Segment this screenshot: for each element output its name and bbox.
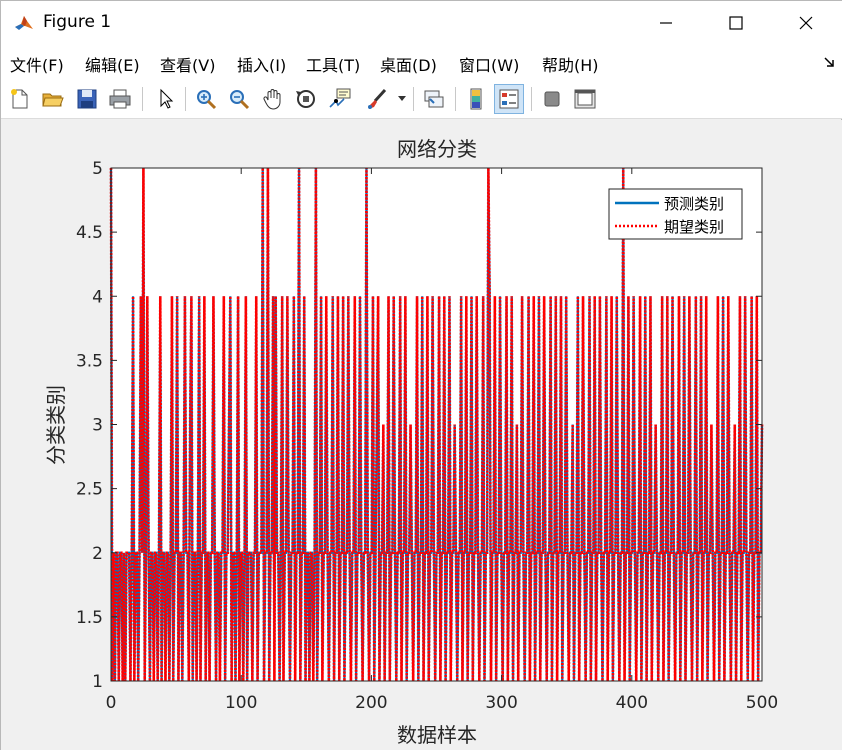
minimize-button[interactable] (635, 1, 697, 45)
close-button[interactable] (775, 1, 837, 45)
legend-icon (499, 89, 519, 109)
menu-file[interactable]: 文件(F) (10, 52, 64, 76)
y-tick-label: 3 (92, 416, 103, 436)
open-file-button[interactable] (38, 84, 68, 114)
menu-edit[interactable]: 编辑(E) (85, 52, 140, 76)
data-cursor-button[interactable] (325, 84, 355, 114)
legend-button[interactable] (494, 84, 524, 114)
menu-window[interactable]: 窗口(W) (459, 52, 519, 76)
save-button[interactable] (72, 84, 102, 114)
y-tick-label: 1.5 (76, 608, 103, 628)
print-icon (109, 89, 131, 109)
hide-plot-tools-icon (544, 91, 560, 107)
y-tick-label: 3.5 (76, 351, 103, 371)
brush-button[interactable] (362, 84, 392, 114)
y-tick-label: 1 (92, 672, 103, 692)
colorbar-icon (470, 88, 482, 110)
title-bar[interactable]: Figure 1 (1, 1, 842, 45)
figure-window: Figure 1 文件(F) 编辑(E) 查看(V) 插入(I) 工具(T) 桌… (0, 0, 842, 750)
link-plot-icon (424, 90, 444, 108)
x-tick-label: 100 (225, 693, 257, 713)
y-axis-label: 分类类别 (44, 385, 68, 465)
data-cursor-icon (329, 88, 351, 108)
toolbar-separator (185, 87, 186, 111)
y-tick-label: 2.5 (76, 480, 103, 500)
figure-canvas: 0 100 200 300 400 500 1 1.5 2 2.5 3 3.5 4 4.5 5 网络分类 数… (1, 120, 842, 750)
toolbar-separator (413, 87, 414, 111)
pointer-icon (160, 88, 174, 109)
toolbar-separator (142, 87, 143, 111)
zoom-out-button[interactable] (224, 84, 254, 114)
x-tick-label: 500 (746, 693, 778, 713)
window-title: Figure 1 (43, 12, 112, 32)
toolbar-separator (531, 87, 532, 111)
pan-button[interactable] (258, 84, 288, 114)
show-plot-tools-button[interactable] (570, 84, 600, 114)
x-tick-label: 400 (616, 693, 648, 713)
toolbar-separator (455, 87, 456, 111)
legend-label-expected: 期望类别 (664, 218, 724, 236)
print-button[interactable] (105, 84, 135, 114)
close-icon (799, 16, 813, 30)
maximize-icon (729, 16, 743, 30)
rotate-3d-icon (296, 90, 315, 108)
zoom-in-button[interactable] (191, 84, 221, 114)
maximize-button[interactable] (705, 1, 767, 45)
rotate-3d-button[interactable] (291, 84, 321, 114)
menu-desktop[interactable]: 桌面(D) (380, 52, 437, 76)
y-tick-label: 5 (92, 159, 103, 179)
link-plot-button[interactable] (419, 84, 449, 114)
y-tick-label: 4 (92, 287, 103, 307)
menu-help[interactable]: 帮助(H) (542, 52, 599, 76)
legend-label-predicted: 预测类别 (664, 195, 724, 213)
legend-box[interactable]: 预测类别 期望类别 (608, 188, 743, 240)
x-tick-label: 300 (485, 693, 517, 713)
colorbar-button[interactable] (461, 84, 491, 114)
chart-title: 网络分类 (397, 137, 477, 161)
new-figure-button[interactable] (5, 84, 35, 114)
plot-axes[interactable]: 0 100 200 300 400 500 1 1.5 2 2.5 3 3.5 4 4.5 5 网络分类 数… (1, 120, 842, 750)
zoom-in-icon (197, 90, 217, 110)
menu-view[interactable]: 查看(V) (160, 52, 215, 76)
pan-hand-icon (263, 89, 281, 110)
brush-dropdown-icon[interactable] (398, 96, 406, 102)
hide-plot-tools-button[interactable] (537, 84, 567, 114)
menu-bar: 文件(F) 编辑(E) 查看(V) 插入(I) 工具(T) 桌面(D) 窗口(W… (1, 45, 842, 79)
matlab-logo-icon (13, 12, 35, 34)
dock-arrow-icon[interactable] (823, 56, 835, 68)
x-tick-label: 0 (106, 693, 117, 713)
x-tick-label: 200 (355, 693, 387, 713)
new-figure-icon (11, 89, 28, 109)
y-tick-label: 4.5 (76, 223, 103, 243)
minimize-icon (660, 22, 672, 24)
y-tick-label: 2 (92, 544, 103, 564)
zoom-out-icon (230, 90, 250, 110)
toolbar (1, 79, 842, 119)
menu-tools[interactable]: 工具(T) (306, 52, 360, 76)
pointer-button[interactable] (151, 84, 181, 114)
show-plot-tools-icon (574, 89, 596, 109)
brush-icon (368, 88, 387, 109)
open-file-icon (42, 93, 64, 107)
save-icon (77, 89, 97, 109)
menu-insert[interactable]: 插入(I) (237, 52, 286, 76)
x-axis-label: 数据样本 (397, 723, 477, 747)
